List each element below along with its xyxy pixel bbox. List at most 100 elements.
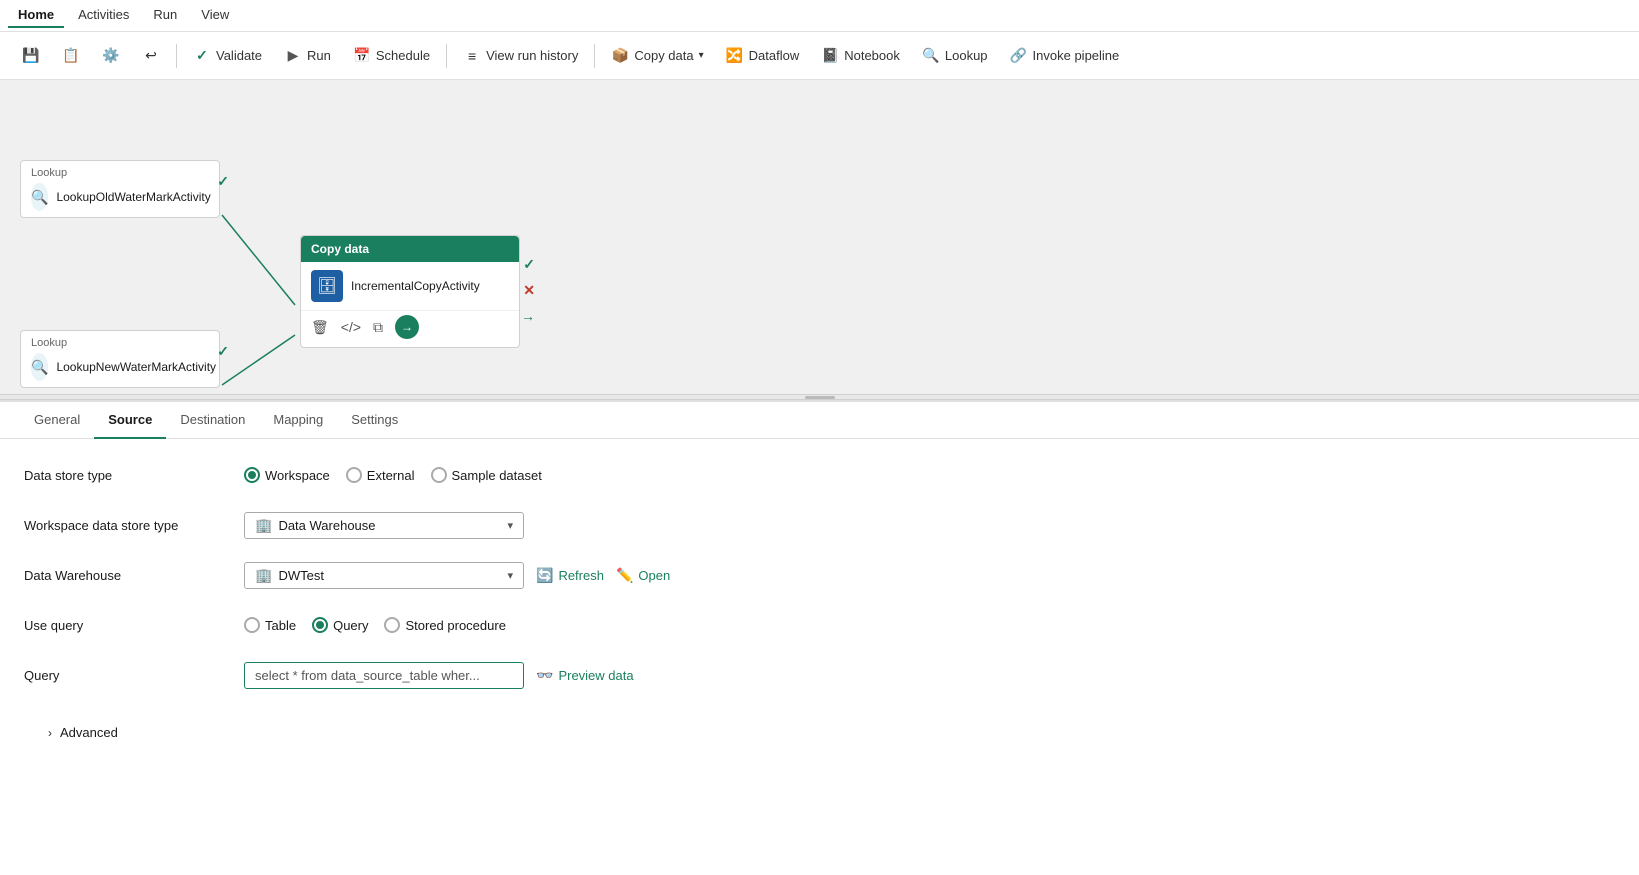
dataflow-button[interactable]: 🔀 Dataflow xyxy=(716,42,810,70)
workspace-data-store-type-row: Workspace data store type 🏢 Data Warehou… xyxy=(24,509,1615,541)
tab-settings[interactable]: Settings xyxy=(337,402,412,439)
node-lookup2-label: LookupNewWaterMarkActivity xyxy=(56,360,216,374)
radio-external-label: External xyxy=(367,468,415,483)
copy-data-chevron: ▾ xyxy=(699,50,704,61)
node-copydata-actions: 🗑 </> ⧉ → xyxy=(301,310,519,347)
data-warehouse-control: 🏢 DWTest ▾ 🔄 Refresh ✏️ Open xyxy=(244,562,1615,589)
radio-stored-proc-outer xyxy=(384,617,400,633)
node-next-icon[interactable]: → xyxy=(395,315,419,339)
schedule-label: Schedule xyxy=(376,48,430,63)
data-warehouse-label: Data Warehouse xyxy=(24,568,244,583)
node-code-icon[interactable]: </> xyxy=(341,319,361,335)
save-as-button[interactable]: 📋 xyxy=(52,42,90,70)
menu-item-activities[interactable]: Activities xyxy=(68,3,139,28)
invoke-pipeline-button[interactable]: 🔗 Invoke pipeline xyxy=(1000,42,1130,70)
query-input[interactable] xyxy=(244,662,524,689)
radio-table[interactable]: Table xyxy=(244,617,296,633)
pipeline-canvas[interactable]: Lookup 🔍 LookupOldWaterMarkActivity ✓ Lo… xyxy=(0,80,1639,400)
radio-external-outer xyxy=(346,467,362,483)
run-label: Run xyxy=(307,48,331,63)
use-query-label: Use query xyxy=(24,618,244,633)
node-copy-icon[interactable]: ⧉ xyxy=(373,319,383,336)
validate-icon: ✓ xyxy=(193,47,211,65)
notebook-button[interactable]: 📓 Notebook xyxy=(811,42,910,70)
run-button[interactable]: ▶ Run xyxy=(274,42,341,70)
menu-item-view[interactable]: View xyxy=(191,3,239,28)
resize-handle[interactable] xyxy=(0,394,1639,400)
tab-general[interactable]: General xyxy=(20,402,94,439)
node-lookup1-type: Lookup xyxy=(31,167,209,179)
data-warehouse-chevron: ▾ xyxy=(507,569,513,582)
dataflow-label: Dataflow xyxy=(749,48,800,63)
menu-item-home[interactable]: Home xyxy=(8,3,64,28)
radio-workspace[interactable]: Workspace xyxy=(244,467,330,483)
refresh-button[interactable]: 🔄 Refresh xyxy=(536,567,604,584)
advanced-label: Advanced xyxy=(60,725,118,740)
node-lookup1-body: 🔍 LookupOldWaterMarkActivity xyxy=(31,183,209,211)
node-lookup2[interactable]: Lookup 🔍 LookupNewWaterMarkActivity ✓ xyxy=(20,330,220,388)
connector-svg xyxy=(0,80,1639,400)
settings-button[interactable]: ⚙️ xyxy=(92,42,130,70)
schedule-button[interactable]: 📅 Schedule xyxy=(343,42,440,70)
data-store-type-control: Workspace External Sample dataset xyxy=(244,467,1615,483)
save-button[interactable]: 💾 xyxy=(12,42,50,70)
history-icon: ≡ xyxy=(463,47,481,65)
refresh-label: Refresh xyxy=(558,568,604,583)
preview-data-label: Preview data xyxy=(558,668,633,683)
workspace-data-store-type-dropdown[interactable]: 🏢 Data Warehouse ▾ xyxy=(244,512,524,539)
advanced-row[interactable]: › Advanced xyxy=(24,709,1615,756)
node-delete-icon[interactable]: 🗑 xyxy=(311,319,329,336)
data-store-type-label: Data store type xyxy=(24,468,244,483)
copydata-x: ✕ xyxy=(523,282,535,299)
radio-workspace-outer xyxy=(244,467,260,483)
data-store-type-radio-group: Workspace External Sample dataset xyxy=(244,467,542,483)
tab-source[interactable]: Source xyxy=(94,402,166,439)
node-copydata-body: 🗄 IncrementalCopyActivity xyxy=(301,262,519,310)
save-as-icon: 📋 xyxy=(62,47,80,65)
node-copydata-label: IncrementalCopyActivity xyxy=(351,279,480,293)
menu-item-run[interactable]: Run xyxy=(143,3,187,28)
undo-button[interactable]: ↩ xyxy=(132,42,170,70)
radio-query-outer xyxy=(312,617,328,633)
node-lookup2-body: 🔍 LookupNewWaterMarkActivity xyxy=(31,353,209,381)
notebook-icon: 📓 xyxy=(821,47,839,65)
node-lookup1-label: LookupOldWaterMarkActivity xyxy=(56,190,210,204)
radio-table-outer xyxy=(244,617,260,633)
radio-sample-dataset-label: Sample dataset xyxy=(452,468,542,483)
radio-query[interactable]: Query xyxy=(312,617,368,633)
validate-button[interactable]: ✓ Validate xyxy=(183,42,272,70)
copy-data-icon: 📦 xyxy=(611,47,629,65)
query-row: Query 👓 Preview data xyxy=(24,659,1615,691)
open-button[interactable]: ✏️ Open xyxy=(616,567,670,584)
preview-data-button[interactable]: 👓 Preview data xyxy=(536,667,634,684)
workspace-data-store-type-inner: 🏢 Data Warehouse xyxy=(255,517,376,534)
undo-icon: ↩ xyxy=(142,47,160,65)
node-lookup1-icon: 🔍 xyxy=(31,183,48,211)
menu-bar: Home Activities Run View xyxy=(0,0,1639,32)
preview-data-icon: 👓 xyxy=(536,667,553,684)
tab-destination[interactable]: Destination xyxy=(166,402,259,439)
lookup-icon: 🔍 xyxy=(922,47,940,65)
validate-label: Validate xyxy=(216,48,262,63)
radio-sample-dataset[interactable]: Sample dataset xyxy=(431,467,542,483)
workspace-data-store-type-value: Data Warehouse xyxy=(278,518,375,533)
view-run-history-button[interactable]: ≡ View run history xyxy=(453,42,588,70)
save-icon: 💾 xyxy=(22,47,40,65)
copydata-arrow: → xyxy=(521,308,535,324)
data-warehouse-dropdown[interactable]: 🏢 DWTest ▾ xyxy=(244,562,524,589)
radio-external[interactable]: External xyxy=(346,467,415,483)
radio-table-label: Table xyxy=(265,618,296,633)
lookup-button[interactable]: 🔍 Lookup xyxy=(912,42,998,70)
node-lookup1-check: ✓ xyxy=(217,173,229,190)
workspace-data-store-type-control: 🏢 Data Warehouse ▾ xyxy=(244,512,1615,539)
data-warehouse-icon: 🏢 xyxy=(255,567,272,584)
invoke-pipeline-label: Invoke pipeline xyxy=(1033,48,1120,63)
workspace-data-store-type-label: Workspace data store type xyxy=(24,518,244,533)
tab-mapping[interactable]: Mapping xyxy=(259,402,337,439)
node-copydata[interactable]: Copy data 🗄 IncrementalCopyActivity 🗑 </… xyxy=(300,235,520,348)
node-lookup1[interactable]: Lookup 🔍 LookupOldWaterMarkActivity ✓ xyxy=(20,160,220,218)
radio-stored-proc[interactable]: Stored procedure xyxy=(384,617,505,633)
copy-data-button[interactable]: 📦 Copy data ▾ xyxy=(601,42,713,70)
copydata-check: ✓ xyxy=(523,256,535,273)
query-control: 👓 Preview data xyxy=(244,662,1615,689)
